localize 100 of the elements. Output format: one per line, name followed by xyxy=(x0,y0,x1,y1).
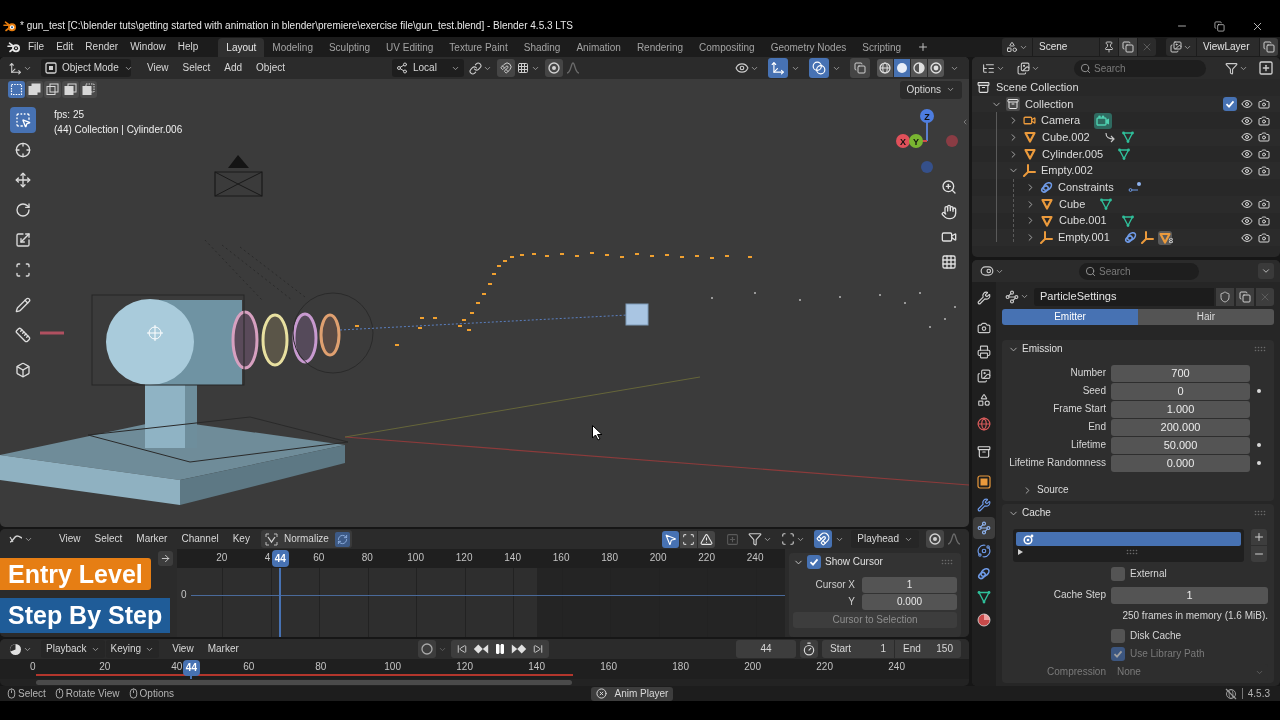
eye-icon[interactable] xyxy=(1240,214,1253,227)
tree-item-label[interactable]: Collection xyxy=(1025,98,1074,110)
pivot-dropdown[interactable]: Playhead xyxy=(851,530,919,548)
menu-item[interactable]: Help xyxy=(171,38,205,56)
normalize-toggle[interactable]: Normalize xyxy=(260,530,352,548)
toggle-switch-icon[interactable] xyxy=(980,264,994,278)
datablock-name-field[interactable]: ParticleSettings xyxy=(1034,287,1214,306)
menu-item[interactable]: View xyxy=(52,530,88,548)
images-icon[interactable] xyxy=(1017,61,1030,75)
tree-item-label[interactable]: Cube xyxy=(1059,198,1086,210)
workspace-tab[interactable]: Animation xyxy=(568,38,629,57)
grid-icon[interactable] xyxy=(517,62,529,74)
camera-icon[interactable] xyxy=(1257,164,1270,177)
menu-item[interactable]: View xyxy=(165,640,201,658)
camera-icon[interactable] xyxy=(1257,114,1270,127)
eye-icon[interactable] xyxy=(1240,198,1253,211)
number-field[interactable]: 0 xyxy=(1111,382,1250,400)
menu-item[interactable]: Key xyxy=(225,530,257,548)
bell-curve-icon[interactable] xyxy=(566,62,580,74)
scan-corners-icon[interactable] xyxy=(781,532,796,546)
camera-icon[interactable] xyxy=(1257,214,1270,227)
dot-icon[interactable] xyxy=(1257,461,1261,465)
graph-area[interactable]: 0 xyxy=(177,568,785,637)
workspace-tab[interactable]: Compositing xyxy=(691,38,763,57)
scrollbar[interactable] xyxy=(36,680,572,685)
options-dropdown[interactable]: Options xyxy=(899,80,962,99)
end-frame-field[interactable]: End 150 xyxy=(895,640,961,658)
menu-item[interactable]: Edit xyxy=(50,38,80,56)
dot-icon[interactable] xyxy=(1257,389,1261,393)
close-icon[interactable] xyxy=(595,688,607,699)
eye-icon[interactable] xyxy=(1240,164,1253,177)
type-tab[interactable]: Hair xyxy=(1138,309,1274,325)
number-field[interactable]: 1 xyxy=(1111,586,1268,604)
connected-dots-icon[interactable] xyxy=(1005,289,1019,304)
camera-icon[interactable] xyxy=(1257,98,1270,111)
camera-icon[interactable] xyxy=(1257,231,1270,244)
grip-dots-icon[interactable] xyxy=(1254,510,1266,516)
plus-icon[interactable] xyxy=(917,41,930,53)
workspace-tab[interactable]: Texture Paint xyxy=(441,38,516,57)
playhead-frame[interactable]: 44 xyxy=(182,660,200,676)
workspace-tab[interactable]: Modeling xyxy=(264,38,321,57)
type-tab[interactable]: Emitter xyxy=(1002,309,1138,325)
scene-browse-button[interactable] xyxy=(1002,38,1032,56)
curved-arrow-icon[interactable] xyxy=(1103,130,1117,144)
eye-icon[interactable] xyxy=(1240,114,1253,127)
menu-item[interactable]: Channel xyxy=(174,530,226,548)
chevron-left-icon[interactable] xyxy=(961,118,969,126)
pointer-icon[interactable] xyxy=(662,530,680,548)
funnel-icon[interactable] xyxy=(1225,61,1238,75)
number-field[interactable]: 1.000 xyxy=(1111,400,1250,418)
eye-icon[interactable] xyxy=(1240,231,1253,244)
menu-item[interactable]: Render xyxy=(79,38,125,56)
wireframe-sphere-icon[interactable] xyxy=(877,59,893,77)
circle-dot-icon[interactable] xyxy=(545,59,563,77)
menu-item[interactable]: Select xyxy=(87,530,130,548)
bell-curve-icon[interactable] xyxy=(947,533,961,545)
view-layer-name-field[interactable]: ViewLayer xyxy=(1197,38,1259,56)
search-field[interactable]: Search xyxy=(1074,59,1206,77)
overlapping-squares-icon[interactable] xyxy=(1260,38,1278,56)
workspace-tab[interactable]: Sculpting xyxy=(320,38,379,57)
orientation-dropdown[interactable]: Local xyxy=(392,59,464,77)
overlapping-squares-icon[interactable] xyxy=(44,81,61,98)
tree-item-label[interactable]: Cube.001 xyxy=(1059,215,1107,227)
workspace-tab[interactable]: Rendering xyxy=(628,38,692,57)
overlapping-squares-icon[interactable] xyxy=(1236,287,1254,306)
tree-item-label[interactable]: Camera xyxy=(1041,115,1081,127)
magnet-icon[interactable] xyxy=(814,530,833,548)
connected-dots-icon[interactable] xyxy=(973,517,995,539)
half-circle-icon[interactable] xyxy=(911,59,927,77)
menu-dropdown[interactable]: Keying xyxy=(105,640,160,658)
camera-icon[interactable] xyxy=(1257,148,1270,161)
menu-item[interactable]: View xyxy=(140,59,176,77)
plus-icon[interactable] xyxy=(1251,529,1267,545)
minus-icon[interactable] xyxy=(1251,546,1267,562)
chain-link-icon[interactable] xyxy=(469,61,482,75)
subpanel-title[interactable]: Source xyxy=(1037,485,1069,495)
axes-arrows-icon[interactable] xyxy=(768,58,788,78)
view-layer-browse-button[interactable] xyxy=(1166,38,1196,56)
job-button[interactable]: Anim Player xyxy=(590,686,674,701)
mode-dropdown[interactable]: Object Mode xyxy=(41,59,131,77)
arrow-right-icon[interactable] xyxy=(158,551,173,566)
navigation-gizmo[interactable] xyxy=(896,109,958,173)
number-field[interactable]: 200.000 xyxy=(1111,418,1250,436)
tree-item-label[interactable]: Scene Collection xyxy=(996,81,1079,93)
grip-dots-icon[interactable] xyxy=(1126,549,1138,555)
list-tree-icon[interactable] xyxy=(982,61,995,75)
eye-icon[interactable] xyxy=(1240,131,1253,144)
checkbox[interactable] xyxy=(807,555,821,569)
grip-dots-icon[interactable] xyxy=(941,559,953,565)
panel-title[interactable]: Cache xyxy=(1022,508,1051,518)
workspace-tab[interactable]: Scripting xyxy=(854,38,910,57)
tree-item-label[interactable]: Constraints xyxy=(1058,181,1114,193)
circle-dot-icon[interactable] xyxy=(926,530,944,548)
dot-icon[interactable] xyxy=(1257,443,1261,447)
overlapping-squares-icon[interactable] xyxy=(26,81,43,98)
menu-item[interactable]: Marker xyxy=(200,640,246,658)
menu-dropdown[interactable]: Playback xyxy=(41,640,105,658)
pin-icon[interactable] xyxy=(1100,38,1118,56)
camera-icon[interactable] xyxy=(1257,131,1270,144)
dashed-square-icon[interactable] xyxy=(8,81,25,98)
